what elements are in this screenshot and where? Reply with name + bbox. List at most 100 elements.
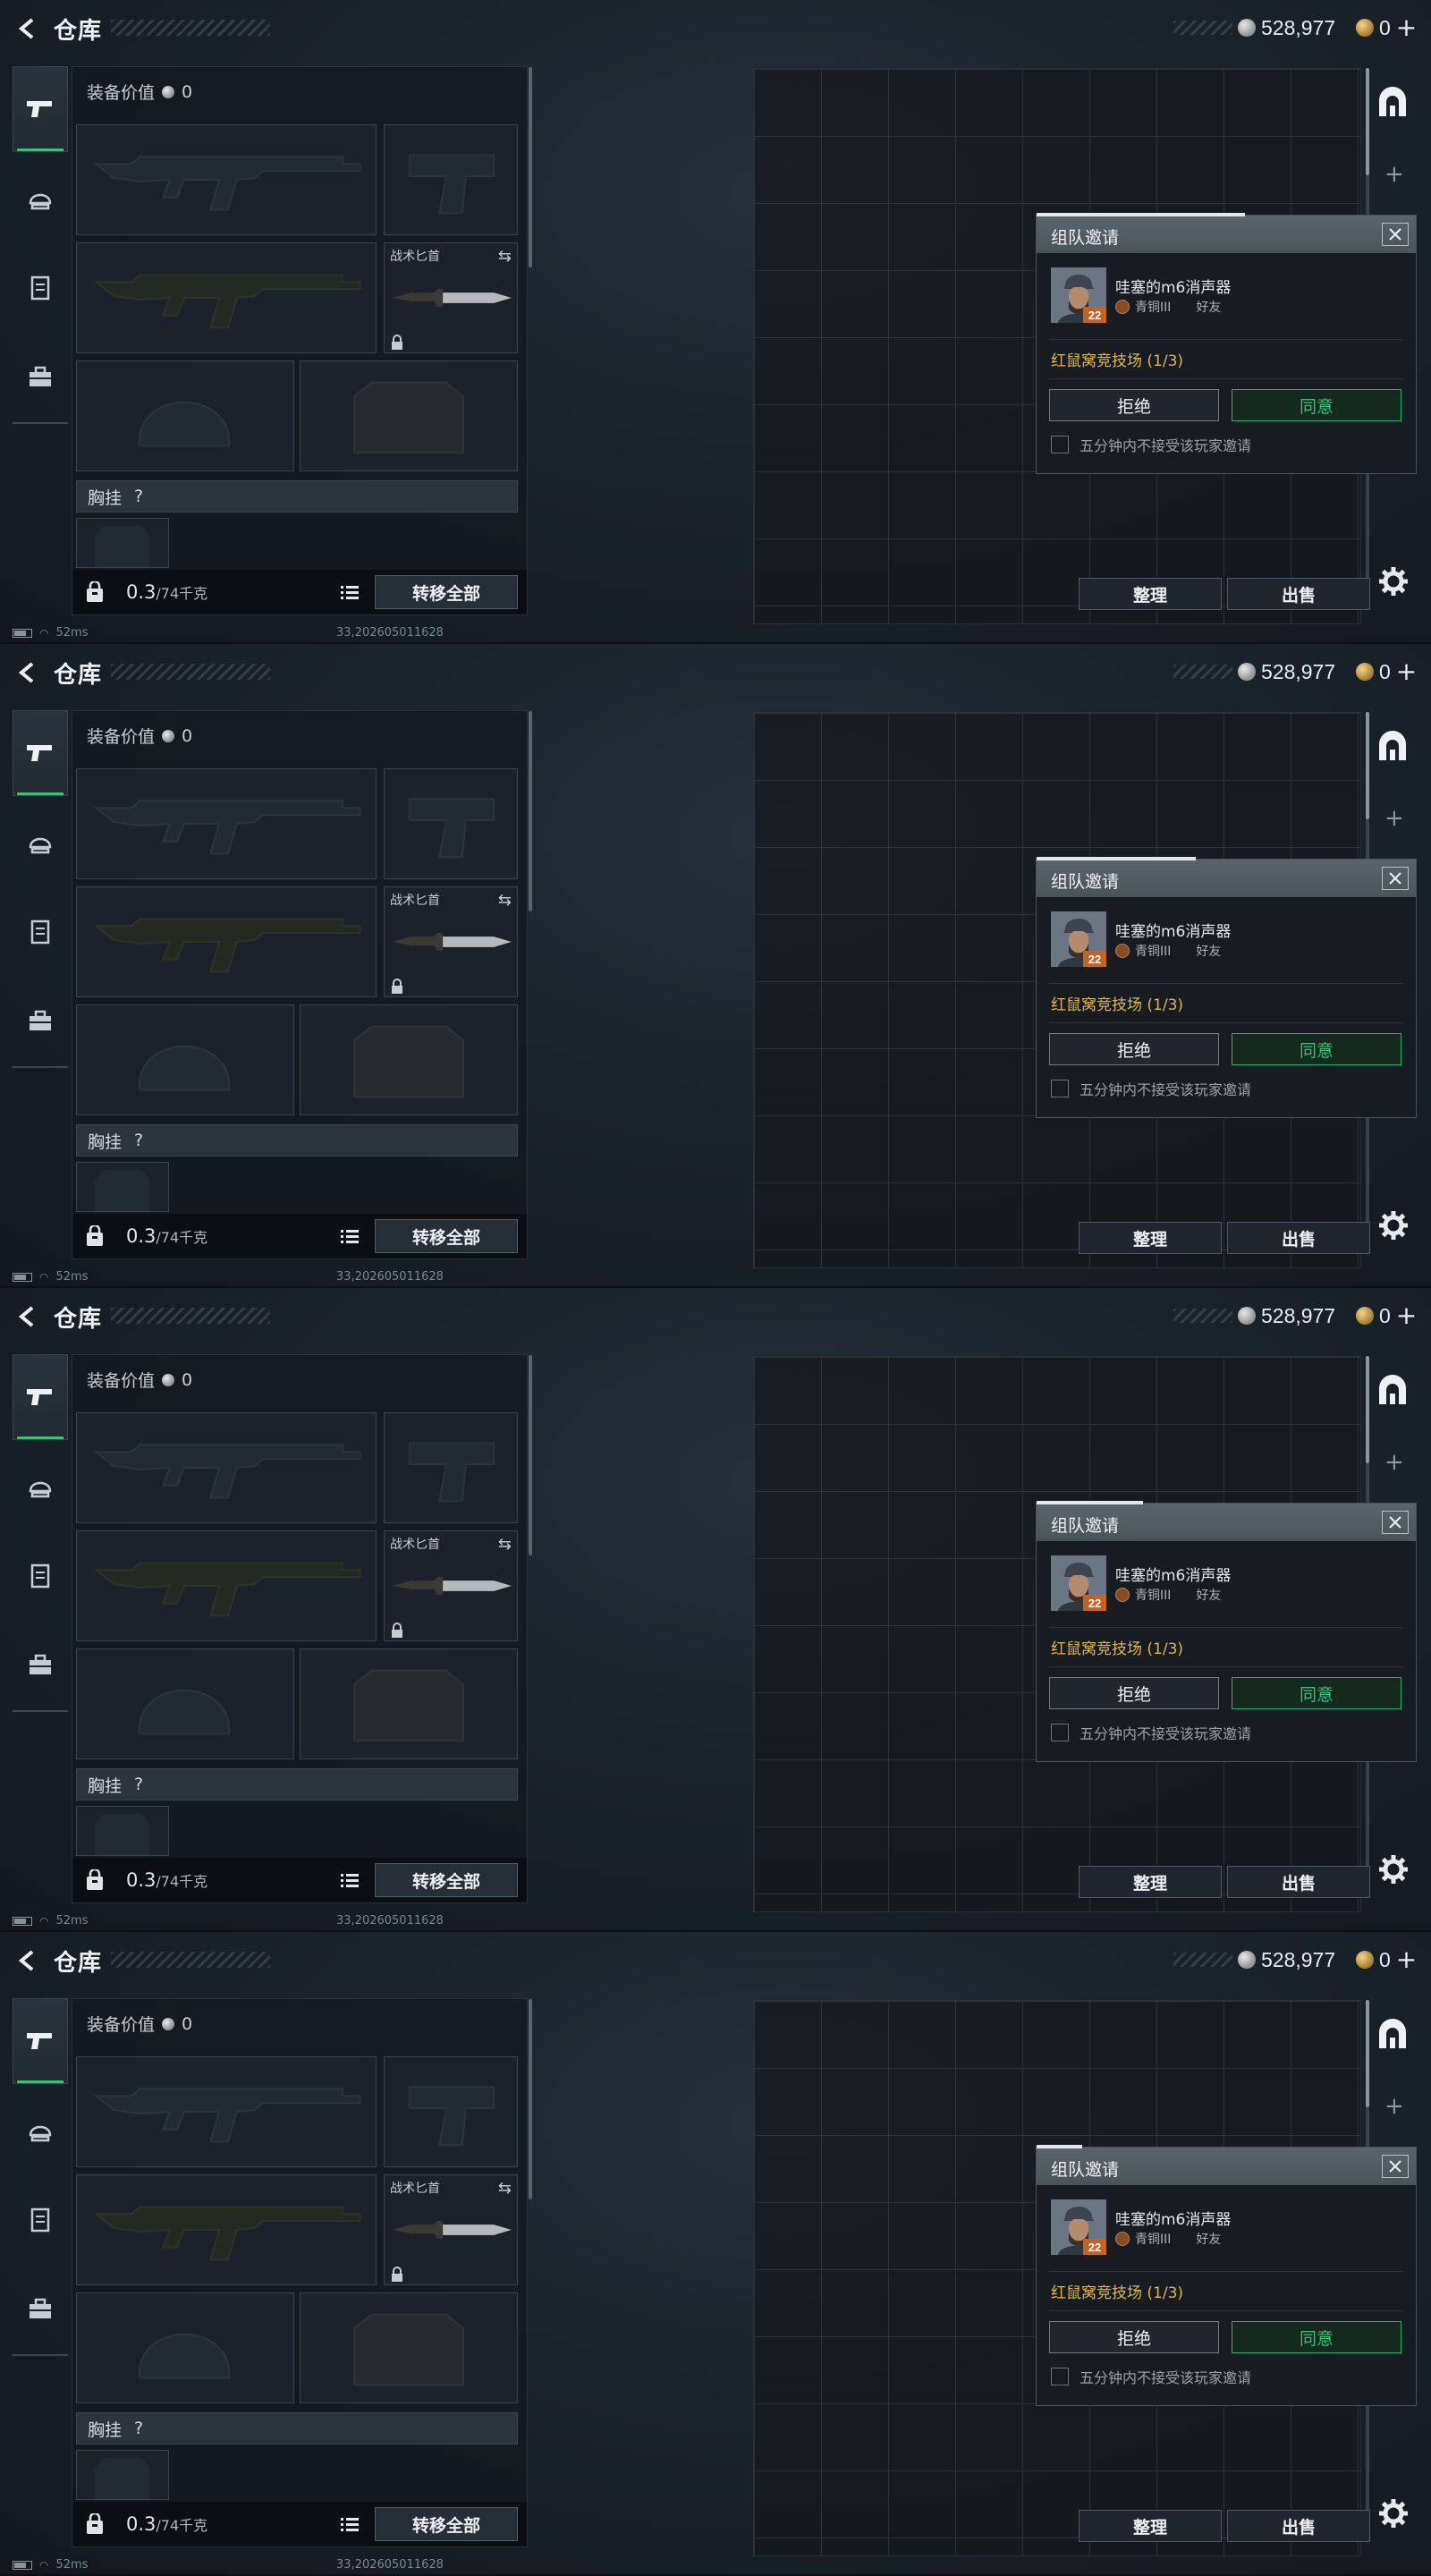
storage-scrollbar[interactable] [1366,2000,1369,2107]
rail-tab-armor[interactable] [13,245,68,331]
sell-button[interactable]: 出售 [1227,2510,1370,2542]
melee-slot[interactable]: 战术匕首 ⇆ [384,1530,518,1641]
melee-slot[interactable]: 战术匕首 ⇆ [384,886,518,997]
armor-slot[interactable] [300,1648,518,1759]
gold-currency[interactable]: 0 + [1356,1946,1417,1973]
back-button[interactable] [13,657,45,689]
storage-tab-main[interactable] [1372,726,1413,767]
primary-weapon-slot[interactable] [76,1412,377,1523]
chest-rig-slot[interactable] [76,1806,169,1856]
accept-button[interactable]: 同意 [1232,1677,1401,1709]
chest-rig-slot[interactable] [76,518,169,568]
reject-button[interactable]: 拒绝 [1049,389,1219,421]
chest-rig-slot[interactable] [76,1162,169,1212]
sort-button[interactable]: 整理 [1079,1866,1222,1898]
settings-button[interactable] [1377,1853,1410,1885]
melee-slot[interactable]: 战术匕首 ⇆ [384,242,518,353]
rail-tab-armor[interactable] [13,2177,68,2263]
accept-button[interactable]: 同意 [1232,2321,1401,2353]
chest-rig-slot[interactable] [76,2450,169,2500]
reject-button[interactable]: 拒绝 [1049,1033,1219,1065]
mute-invite-option[interactable]: 五分钟内不接受该玩家邀请 [1051,2366,1251,2387]
player-avatar[interactable]: 22 [1051,2199,1106,2255]
mute-invite-checkbox[interactable] [1051,436,1069,453]
sidearm-slot[interactable] [384,768,518,879]
primary-weapon-slot[interactable] [76,768,377,879]
sell-button[interactable]: 出售 [1227,1222,1370,1254]
equipment-scrollbar[interactable] [529,1999,532,2199]
help-icon[interactable]: ? [134,2419,143,2438]
list-view-button[interactable] [337,2512,362,2536]
storage-scrollbar[interactable] [1366,1356,1369,1463]
transfer-all-button[interactable]: 转移全部 [375,2507,518,2541]
player-avatar[interactable]: 22 [1051,267,1106,323]
add-storage-icon[interactable]: + [1384,161,1404,188]
primary-weapon-slot[interactable] [76,124,377,235]
help-icon[interactable]: ? [134,1131,143,1150]
back-button[interactable] [13,1301,45,1333]
settings-button[interactable] [1377,1209,1410,1241]
add-currency-button[interactable]: + [1396,1947,1417,1972]
reject-button[interactable]: 拒绝 [1049,2321,1219,2353]
transfer-all-button[interactable]: 转移全部 [375,1219,518,1253]
gold-currency[interactable]: 0 + [1356,1302,1417,1329]
secondary-weapon-slot[interactable] [76,242,377,353]
rail-tab-backpack[interactable] [13,335,68,420]
primary-weapon-slot[interactable] [76,2056,377,2167]
back-button[interactable] [13,1945,45,1977]
player-avatar[interactable]: 22 [1051,911,1106,967]
sort-button[interactable]: 整理 [1079,578,1222,610]
close-button[interactable] [1382,867,1409,890]
sidearm-slot[interactable] [384,124,518,235]
secondary-weapon-slot[interactable] [76,1530,377,1641]
storage-tab-main[interactable] [1372,1370,1413,1411]
settings-button[interactable] [1377,565,1410,597]
rail-tab-armor[interactable] [13,889,68,975]
sort-button[interactable]: 整理 [1079,2510,1222,2542]
helmet-slot[interactable] [76,360,294,471]
rail-tab-backpack[interactable] [13,1623,68,1708]
silver-currency[interactable]: 528,977 [1173,1302,1335,1329]
armor-slot[interactable] [300,1004,518,1115]
gold-currency[interactable]: 0 + [1356,658,1417,685]
transfer-all-button[interactable]: 转移全部 [375,1863,518,1897]
help-icon[interactable]: ? [134,487,143,506]
sort-button[interactable]: 整理 [1079,1222,1222,1254]
back-button[interactable] [13,13,45,45]
rail-tab-helmet[interactable] [13,800,68,886]
silver-currency[interactable]: 528,977 [1173,14,1335,41]
close-button[interactable] [1382,1511,1409,1534]
rail-tab-weapons[interactable] [13,710,68,796]
list-view-button[interactable] [337,580,362,604]
helmet-slot[interactable] [76,1648,294,1759]
mute-invite-option[interactable]: 五分钟内不接受该玩家邀请 [1051,434,1251,455]
add-storage-icon[interactable]: + [1384,805,1404,832]
rail-tab-helmet[interactable] [13,2088,68,2174]
armor-slot[interactable] [300,2292,518,2403]
secondary-weapon-slot[interactable] [76,2174,377,2285]
mute-invite-option[interactable]: 五分钟内不接受该玩家邀请 [1051,1722,1251,1743]
mute-invite-checkbox[interactable] [1051,1724,1069,1741]
list-view-button[interactable] [337,1868,362,1892]
storage-scrollbar[interactable] [1366,68,1369,175]
rail-tab-helmet[interactable] [13,1444,68,1530]
add-currency-button[interactable]: + [1396,659,1417,684]
rail-tab-backpack[interactable] [13,2267,68,2352]
add-storage-icon[interactable]: + [1384,1449,1404,1476]
list-view-button[interactable] [337,1224,362,1248]
storage-tab-main[interactable] [1372,82,1413,123]
help-icon[interactable]: ? [134,1775,143,1794]
melee-slot[interactable]: 战术匕首 ⇆ [384,2174,518,2285]
settings-button[interactable] [1377,2497,1410,2529]
accept-button[interactable]: 同意 [1232,389,1401,421]
player-avatar[interactable]: 22 [1051,1555,1106,1611]
transfer-all-button[interactable]: 转移全部 [375,575,518,609]
sell-button[interactable]: 出售 [1227,578,1370,610]
add-storage-icon[interactable]: + [1384,2093,1404,2120]
close-button[interactable] [1382,223,1409,246]
sidearm-slot[interactable] [384,1412,518,1523]
add-currency-button[interactable]: + [1396,1303,1417,1328]
rail-tab-weapons[interactable] [13,1354,68,1440]
close-button[interactable] [1382,2155,1409,2178]
silver-currency[interactable]: 528,977 [1173,1946,1335,1973]
